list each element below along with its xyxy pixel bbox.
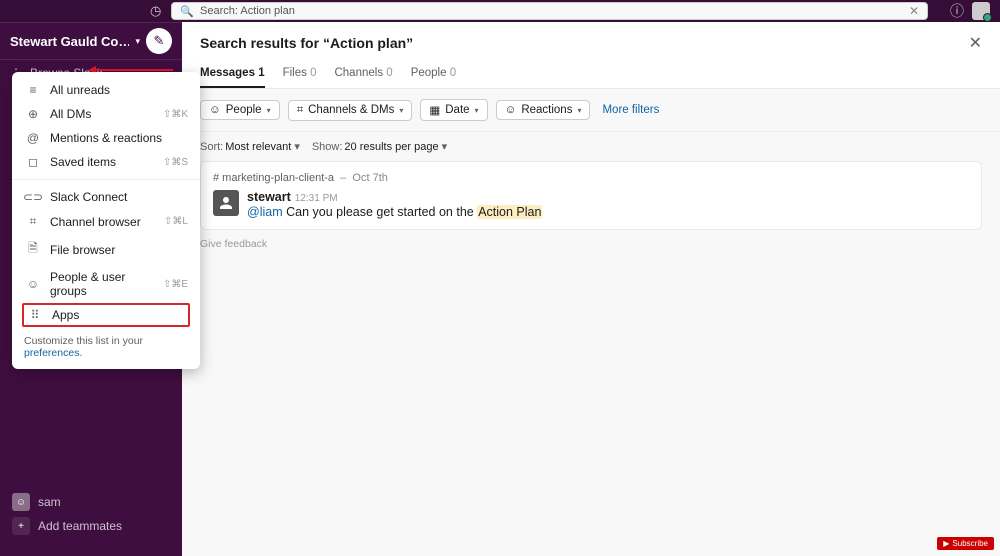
file-icon: 🗎 bbox=[24, 239, 42, 260]
more-filters[interactable]: More filters bbox=[602, 104, 659, 116]
dd-mentions[interactable]: @Mentions & reactions bbox=[12, 126, 200, 150]
filter-channels[interactable]: ⌗Channels & DMs▾ bbox=[288, 100, 413, 121]
user-avatar-icon: ☺ bbox=[12, 493, 30, 511]
annotation-arrow bbox=[95, 69, 173, 71]
calendar-icon: ▦ bbox=[429, 103, 440, 117]
show-control[interactable]: Show:20 results per page ▾ bbox=[312, 140, 447, 153]
tab-files[interactable]: Files 0 bbox=[283, 63, 317, 88]
dd-file-browser[interactable]: 🗎File browser bbox=[12, 234, 200, 265]
at-icon: @ bbox=[24, 131, 42, 145]
preferences-link[interactable]: preferences. bbox=[24, 347, 82, 359]
filter-date[interactable]: ▦Date▾ bbox=[420, 99, 487, 121]
help-icon[interactable]: ⓘ bbox=[950, 1, 964, 21]
chevron-down-icon: ▾ bbox=[475, 106, 479, 115]
close-icon[interactable]: ✕ bbox=[969, 33, 982, 53]
person-icon: ☺ bbox=[209, 104, 221, 116]
chevron-down-icon: ▾ bbox=[399, 106, 403, 115]
dd-apps[interactable]: ⠿Apps bbox=[22, 303, 190, 327]
chevron-down-icon: ▾ bbox=[577, 106, 581, 115]
sort-control[interactable]: Sort:Most relevant ▾ bbox=[200, 140, 300, 153]
avatar[interactable] bbox=[972, 2, 990, 20]
dd-slack-connect[interactable]: ⊂⊃Slack Connect bbox=[12, 185, 200, 209]
hash-icon: ⌗ bbox=[24, 214, 42, 229]
chevron-down-icon: ▾ bbox=[135, 36, 140, 47]
dd-channel-browser[interactable]: ⌗Channel browser⇧⌘L bbox=[12, 209, 200, 234]
dm-icon: ⊕ bbox=[24, 107, 42, 121]
channel-icon: ⌗ bbox=[297, 104, 303, 117]
connect-icon: ⊂⊃ bbox=[24, 190, 42, 204]
search-icon: 🔍 bbox=[180, 5, 194, 18]
youtube-subscribe[interactable]: ▶ Subscribe bbox=[937, 537, 994, 550]
dd-all-unreads[interactable]: ≡All unreads bbox=[12, 78, 200, 102]
sidebar-item-sam[interactable]: ☺ sam bbox=[0, 490, 182, 514]
filter-people[interactable]: ☺People▾ bbox=[200, 100, 280, 120]
plus-icon: + bbox=[12, 517, 30, 535]
results-heading: Search results for “Action plan” bbox=[200, 35, 969, 51]
dd-people[interactable]: ☺People & user groups⇧⌘E bbox=[12, 265, 200, 303]
bookmark-icon: ◻ bbox=[24, 155, 42, 169]
grid-icon: ⠿ bbox=[26, 308, 44, 322]
history-icon[interactable]: ◷ bbox=[150, 3, 161, 19]
dd-saved[interactable]: ◻Saved items⇧⌘S bbox=[12, 150, 200, 174]
tab-people[interactable]: People 0 bbox=[411, 63, 456, 88]
tab-channels[interactable]: Channels 0 bbox=[334, 63, 392, 88]
people-icon: ☺ bbox=[24, 277, 42, 291]
search-input[interactable]: 🔍 Search: Action plan ✕ bbox=[171, 2, 928, 20]
filter-reactions[interactable]: ☺Reactions▾ bbox=[496, 100, 591, 120]
give-feedback[interactable]: Give feedback bbox=[200, 238, 982, 250]
compose-button[interactable]: ✎ bbox=[146, 28, 172, 54]
search-result[interactable]: # marketing-plan-client-a – Oct 7th stew… bbox=[200, 161, 982, 230]
smile-icon: ☺ bbox=[505, 104, 517, 116]
clear-search-icon[interactable]: ✕ bbox=[909, 4, 919, 18]
mention[interactable]: @liam bbox=[247, 205, 283, 219]
chevron-down-icon: ▾ bbox=[267, 106, 271, 115]
browse-dropdown: ≡All unreads ⊕All DMs⇧⌘K @Mentions & rea… bbox=[12, 72, 200, 369]
tab-messages[interactable]: Messages 1 bbox=[200, 63, 265, 88]
workspace-name[interactable]: Stewart Gauld Co… bbox=[10, 34, 129, 49]
add-teammates[interactable]: + Add teammates bbox=[0, 514, 182, 538]
list-icon: ≡ bbox=[24, 83, 42, 97]
dd-all-dms[interactable]: ⊕All DMs⇧⌘K bbox=[12, 102, 200, 126]
user-avatar bbox=[213, 190, 239, 216]
dd-footer: Customize this list in your preferences. bbox=[12, 327, 200, 359]
